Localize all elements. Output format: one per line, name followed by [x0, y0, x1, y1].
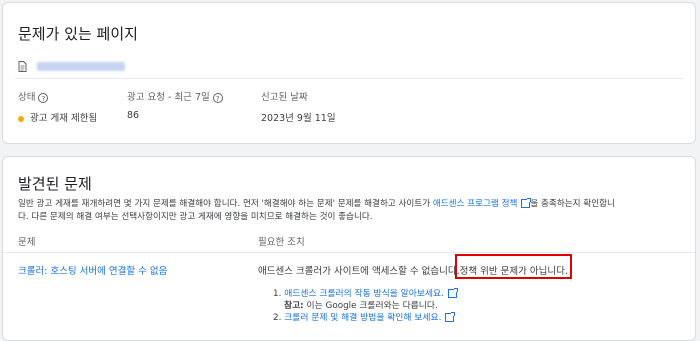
ad-requests-value: 86 — [127, 110, 140, 121]
col-header-action: 필요한 조치 — [258, 237, 305, 248]
page-url-redacted[interactable] — [37, 62, 126, 71]
open-in-new-icon[interactable] — [447, 288, 458, 298]
divider — [3, 252, 695, 253]
open-in-new-icon[interactable] — [445, 312, 456, 322]
document-icon — [18, 61, 27, 72]
reported-date-header: 신고된 날짜 — [261, 92, 308, 103]
step-2: 2. 크롤러 문제 및 해결 방법을 확인해 보세요. — [273, 310, 456, 323]
issues-intro-line1: 일반 광고 게재를 재개하려면 몇 가지 문제를 해결해야 합니다. 먼저 '해… — [18, 198, 615, 209]
issues-found-card: 발견된 문제 일반 광고 게재를 재개하려면 몇 가지 문제를 해결해야 합니다… — [2, 156, 696, 341]
status-dot-icon — [18, 115, 24, 122]
status-header: 상태? — [18, 89, 49, 103]
adsense-policy-link[interactable]: 애드센스 프로그램 정책 — [433, 199, 518, 209]
crawler-issues-fix-link[interactable]: 크롤러 문제 및 해결 방법을 확인해 보세요. — [284, 313, 441, 323]
highlight-box — [455, 254, 572, 279]
issues-card-title: 발견된 문제 — [18, 175, 92, 193]
page-url-row[interactable] — [18, 56, 126, 75]
open-in-new-icon[interactable] — [521, 198, 532, 208]
pages-card-title: 문제가 있는 페이지 — [18, 25, 138, 43]
col-header-issue: 문제 — [18, 237, 36, 248]
status-value: 광고 게재 제한됨 — [18, 110, 97, 124]
issue-crawler-link[interactable]: 크롤러: 호스팅 서버에 연결할 수 없음 — [18, 263, 167, 277]
issues-intro-line2: 다. 다른 문제의 해결 여부는 선택사항이지만 광고 게재에 영향을 미치므로… — [18, 212, 373, 222]
reported-date-value: 2023년 9월 11일 — [261, 113, 336, 124]
help-circle-icon[interactable]: ? — [212, 92, 223, 103]
ad-requests-header: 광고 요청 - 최근 7일? — [127, 89, 223, 103]
help-circle-icon[interactable]: ? — [38, 92, 49, 103]
pages-with-issues-card: 문제가 있는 페이지 상태? 광고 요청 - 최근 7일? 신고된 날짜 광고 … — [2, 2, 696, 144]
divider — [15, 78, 683, 79]
